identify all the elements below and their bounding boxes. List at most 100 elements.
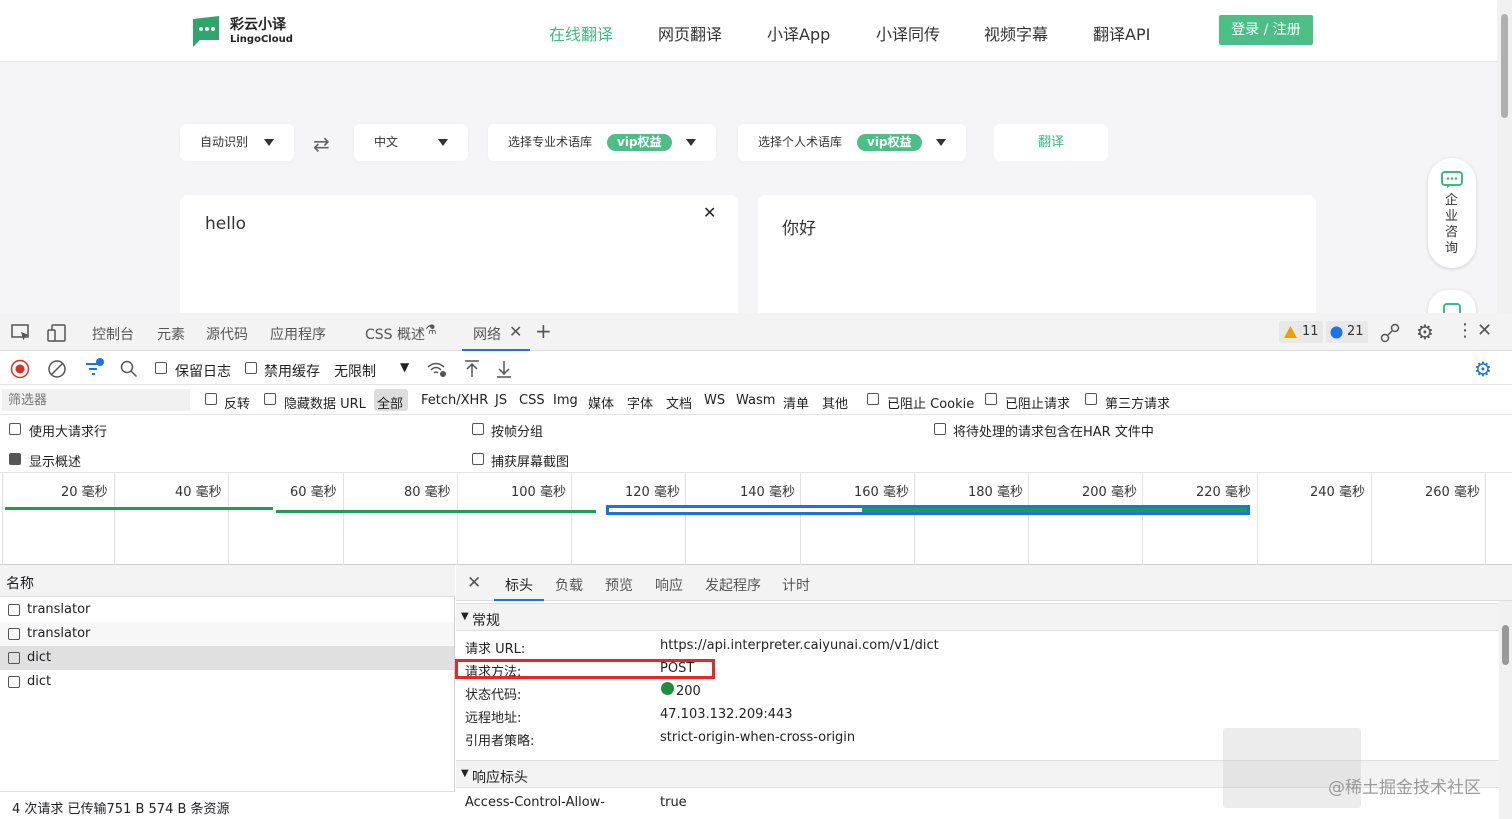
type-filter-font[interactable]: 字体	[627, 393, 653, 412]
throttle-select[interactable]: 无限制	[334, 361, 376, 381]
caret-down-icon[interactable]: ▼	[400, 360, 409, 374]
show-overview-checkbox[interactable]	[9, 453, 21, 465]
nav-interpreting[interactable]: 小译同传	[876, 21, 940, 45]
filter-icon[interactable]	[84, 357, 106, 379]
close-tab-icon[interactable]: ✕	[509, 322, 522, 341]
request-bar-selected	[606, 505, 1250, 515]
request-row[interactable]: dict	[0, 670, 454, 694]
tab-application[interactable]: 应用程序	[270, 324, 326, 344]
status-ok-dot-icon	[661, 682, 674, 695]
import-har-icon[interactable]	[463, 359, 481, 379]
tab-sources[interactable]: 源代码	[206, 324, 248, 344]
invert-checkbox[interactable]	[205, 393, 217, 405]
type-filter-other[interactable]: 其他	[822, 393, 848, 412]
nav-video-subtitles[interactable]: 视频字幕	[984, 21, 1048, 45]
referrer-policy-value: strict-origin-when-cross-origin	[660, 730, 856, 745]
warnings-count: 11	[1302, 324, 1319, 339]
clear-icon[interactable]	[47, 359, 67, 379]
tab-css-overview[interactable]: CSS 概述	[365, 324, 425, 344]
search-icon[interactable]	[120, 360, 138, 378]
translate-button[interactable]: 翻译	[994, 124, 1108, 161]
network-settings-icon[interactable]: ⚙	[1474, 357, 1492, 381]
scrollbar-thumb[interactable]	[1501, 14, 1508, 118]
type-filter-js[interactable]: JS	[495, 393, 507, 408]
hide-data-urls-checkbox[interactable]	[264, 393, 276, 405]
source-text-panel[interactable]	[180, 195, 738, 313]
request-row[interactable]: translator	[0, 622, 454, 646]
tab-console[interactable]: 控制台	[92, 324, 134, 344]
pro-glossary-select[interactable]: 选择专业术语库 vip权益	[488, 124, 716, 161]
export-har-icon[interactable]	[495, 359, 513, 379]
record-stop-icon[interactable]	[10, 359, 30, 379]
nav-api[interactable]: 翻译API	[1093, 21, 1150, 45]
preserve-log-checkbox[interactable]	[155, 362, 167, 374]
hide-data-urls-label: 隐藏数据 URL	[284, 397, 366, 412]
type-filter-doc[interactable]: 文档	[666, 393, 692, 412]
type-filter-img[interactable]: Img	[553, 393, 578, 408]
tab-payload[interactable]: 负载	[555, 575, 583, 595]
source-text[interactable]: hello	[205, 214, 246, 234]
secondary-float-button[interactable]	[1428, 290, 1476, 313]
nav-app[interactable]: 小译App	[767, 21, 830, 45]
tab-preview[interactable]: 预览	[605, 575, 633, 595]
personal-glossary-select[interactable]: 选择个人术语库 vip权益	[738, 124, 966, 161]
filter-input[interactable]	[2, 389, 190, 411]
detail-scrollbar[interactable]	[1499, 601, 1512, 819]
tab-elements[interactable]: 元素	[157, 324, 185, 344]
source-language-select[interactable]: 自动识别	[180, 124, 294, 161]
type-filter-all[interactable]: 全部	[377, 393, 403, 412]
disable-cache-checkbox[interactable]	[245, 362, 257, 374]
third-party-checkbox[interactable]	[1085, 393, 1097, 405]
type-filter-media[interactable]: 媒体	[588, 393, 614, 412]
group-by-frame-checkbox[interactable]	[472, 423, 484, 435]
network-conditions-icon[interactable]	[426, 359, 448, 379]
timeline-tick: 180 毫秒	[968, 485, 1023, 500]
tab-initiator[interactable]: 发起程序	[705, 575, 761, 595]
type-filter-css[interactable]: CSS	[519, 393, 545, 408]
disable-cache-label: 禁用缓存	[264, 364, 320, 380]
type-filter-manifest[interactable]: 清单	[783, 393, 809, 412]
blocked-requests-checkbox[interactable]	[985, 393, 997, 405]
target-language-select[interactable]: 中文	[354, 124, 468, 161]
request-row[interactable]: translator	[0, 598, 454, 622]
warnings-badge[interactable]: 11	[1279, 321, 1323, 343]
request-name: dict	[27, 650, 52, 665]
network-overview-timeline[interactable]: 20 毫秒 40 毫秒 60 毫秒 80 毫秒 100 毫秒 120 毫秒 14…	[0, 473, 1512, 565]
messages-badge[interactable]: 21	[1326, 321, 1368, 343]
more-menu-icon[interactable]: ⋮	[1456, 320, 1474, 341]
nav-online-translate[interactable]: 在线翻译	[549, 21, 613, 45]
general-section-title: 常规	[472, 613, 500, 629]
enterprise-consult-button[interactable]: 企业咨询	[1428, 158, 1476, 268]
add-tab-icon[interactable]: +	[535, 319, 552, 343]
swap-languages-icon[interactable]: ⇄	[313, 132, 330, 156]
blocked-cookies-checkbox[interactable]	[867, 393, 879, 405]
connections-icon[interactable]	[1380, 323, 1400, 343]
general-section-header[interactable]: ▼ 常规	[456, 603, 1499, 631]
capture-screenshots-checkbox[interactable]	[472, 453, 484, 465]
scrollbar-thumb[interactable]	[1502, 625, 1509, 665]
tab-headers[interactable]: 标头	[505, 575, 533, 595]
type-filter-wasm[interactable]: Wasm	[736, 393, 775, 408]
timeline-tick: 80 毫秒	[404, 485, 451, 500]
settings-gear-icon[interactable]: ⚙	[1416, 320, 1434, 344]
request-row-selected[interactable]: dict	[0, 646, 454, 670]
tab-timing[interactable]: 计时	[782, 575, 810, 595]
clear-text-icon[interactable]: ✕	[703, 203, 716, 222]
flask-icon: ⚗	[425, 323, 437, 338]
name-column-header[interactable]: 名称	[6, 573, 34, 593]
device-toolbar-icon[interactable]	[47, 324, 67, 342]
close-detail-icon[interactable]: ✕	[467, 573, 481, 593]
inspect-icon[interactable]	[11, 324, 31, 342]
type-filter-ws[interactable]: WS	[704, 393, 725, 408]
type-filter-fetch-xhr[interactable]: Fetch/XHR	[421, 393, 488, 408]
tab-response[interactable]: 响应	[655, 575, 683, 595]
page-scrollbar[interactable]	[1497, 0, 1512, 313]
grid-line	[228, 473, 229, 565]
tab-network[interactable]: 网络	[473, 324, 501, 344]
login-button[interactable]: 登录 / 注册	[1219, 15, 1313, 45]
brand-name-en: LingoCloud	[230, 34, 293, 45]
close-devtools-icon[interactable]: ✕	[1477, 320, 1492, 341]
nav-web-translate[interactable]: 网页翻译	[658, 21, 722, 45]
big-rows-checkbox[interactable]	[9, 423, 21, 435]
include-har-checkbox[interactable]	[934, 423, 946, 435]
